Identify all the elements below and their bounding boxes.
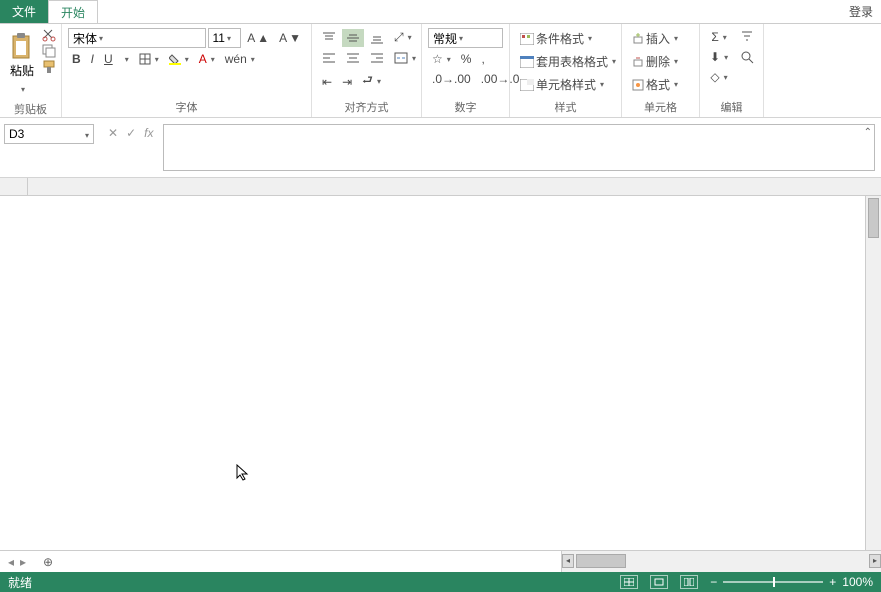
align-right-icon[interactable] [366,49,388,67]
copy-icon[interactable] [42,44,56,58]
sheet-nav-prev-icon[interactable]: ◂ [8,555,14,569]
decrease-indent-icon[interactable]: ⇤ [318,73,336,91]
percent-button[interactable]: % [457,50,476,68]
cancel-formula-icon[interactable]: ✕ [108,126,118,140]
zoom-out-icon[interactable]: − [710,575,717,589]
italic-button[interactable]: I [87,50,98,68]
increase-indent-icon[interactable]: ⇥ [338,73,356,91]
menu-bar: 文件 开始 登录 [0,0,881,24]
align-center-icon[interactable] [342,49,364,67]
login-link[interactable]: 登录 [841,0,881,23]
cursor-icon [236,464,252,482]
delete-cells-button[interactable]: 删除 [628,51,682,72]
group-edit-label: 编辑 [706,97,757,115]
zoom-in-icon[interactable]: + [829,575,836,589]
comma-button[interactable]: , [477,50,488,68]
wrap-text-button[interactable]: ⮐ [358,69,385,94]
cut-icon[interactable] [42,28,56,42]
zoom-level[interactable]: 100% [842,575,873,589]
menu-file[interactable]: 文件 [0,0,48,23]
fill-color-button[interactable] [165,51,193,67]
add-sheet-button[interactable]: ⊕ [34,551,62,572]
group-number-label: 数字 [428,97,503,115]
sheet-tab-bar: ◂ ▸ ⊕ ◂ ▸ [0,550,881,572]
group-font-label: 字体 [68,97,305,115]
insert-icon [632,33,644,45]
view-normal-icon[interactable] [620,575,638,589]
paste-label: 粘贴 [10,62,34,79]
font-color-button[interactable]: A [195,50,219,68]
table-format-button[interactable]: 套用表格格式 [516,51,620,72]
increase-decimal-icon[interactable]: .0→.00 [428,70,475,88]
cond-format-icon [520,33,534,45]
bold-button[interactable]: B [68,50,85,68]
enter-formula-icon[interactable]: ✓ [126,126,136,140]
view-page-icon[interactable] [650,575,668,589]
cell-style-button[interactable]: 单元格样式 [516,74,608,95]
group-style-label: 样式 [516,97,615,115]
cell-style-icon [520,79,534,91]
vertical-scrollbar[interactable] [865,196,881,550]
insert-cells-button[interactable]: 插入 [628,28,682,49]
group-clipboard-label: 剪贴板 [6,99,55,117]
align-bottom-icon[interactable] [366,29,388,47]
sheet-nav-next-icon[interactable]: ▸ [20,555,26,569]
name-box[interactable]: D3 [4,124,94,144]
group-cells-label: 单元格 [628,97,693,115]
orientation-button[interactable]: ⤢ [390,28,416,47]
spreadsheet-grid[interactable] [0,178,881,550]
hscroll-right-icon[interactable]: ▸ [869,554,881,568]
paste-button[interactable]: 粘贴 [6,28,38,99]
clear-button[interactable]: ◇ [706,68,731,86]
format-painter-icon[interactable] [42,60,56,74]
align-left-icon[interactable] [318,49,340,67]
zoom-control[interactable]: − + 100% [710,575,873,589]
horizontal-scrollbar[interactable]: ◂ ▸ [561,551,881,572]
decrease-font-icon[interactable]: A▼ [275,29,305,47]
border-button[interactable] [135,51,163,67]
pinyin-button[interactable]: wén [221,50,259,68]
clipboard-icon [10,32,34,60]
align-middle-icon[interactable] [342,29,364,47]
status-ready: 就绪 [8,574,32,591]
conditional-format-button[interactable]: 条件格式 [516,28,596,49]
group-align-label: 对齐方式 [318,97,415,115]
underline-dropdown[interactable] [119,53,133,66]
font-name-select[interactable]: 宋体 [68,28,206,48]
select-all-corner[interactable] [0,178,28,195]
format-icon [632,79,644,91]
find-button[interactable] [736,48,758,66]
fx-icon[interactable]: fx [144,126,153,140]
number-format-select[interactable]: 常规 [428,28,503,48]
paste-dropdown[interactable] [19,81,25,95]
hscroll-left-icon[interactable]: ◂ [562,554,574,568]
merge-button[interactable] [390,50,420,66]
sort-filter-button[interactable] [736,28,758,46]
underline-button[interactable]: U [100,50,117,68]
align-top-icon[interactable] [318,29,340,47]
format-cells-button[interactable]: 格式 [628,74,682,95]
delete-icon [632,56,644,68]
increase-font-icon[interactable]: A▲ [243,29,273,47]
ribbon: 粘贴 剪贴板 宋体 11 A▲ A▼ B I U [0,24,881,118]
fill-button[interactable]: ⬇ [706,48,732,66]
status-bar: 就绪 − + 100% [0,572,881,592]
menu-tab-0[interactable]: 开始 [48,0,98,23]
currency-button[interactable]: ☆ [428,50,455,68]
font-size-select[interactable]: 11 [208,28,242,48]
formula-bar: D3 ✕ ✓ fx ⌃ [0,118,881,178]
zoom-slider[interactable] [723,581,823,583]
view-break-icon[interactable] [680,575,698,589]
table-format-icon [520,56,534,68]
formula-input[interactable]: ⌃ [163,124,875,171]
autosum-button[interactable]: Σ [707,28,730,46]
expand-formula-icon[interactable]: ⌃ [864,127,872,138]
